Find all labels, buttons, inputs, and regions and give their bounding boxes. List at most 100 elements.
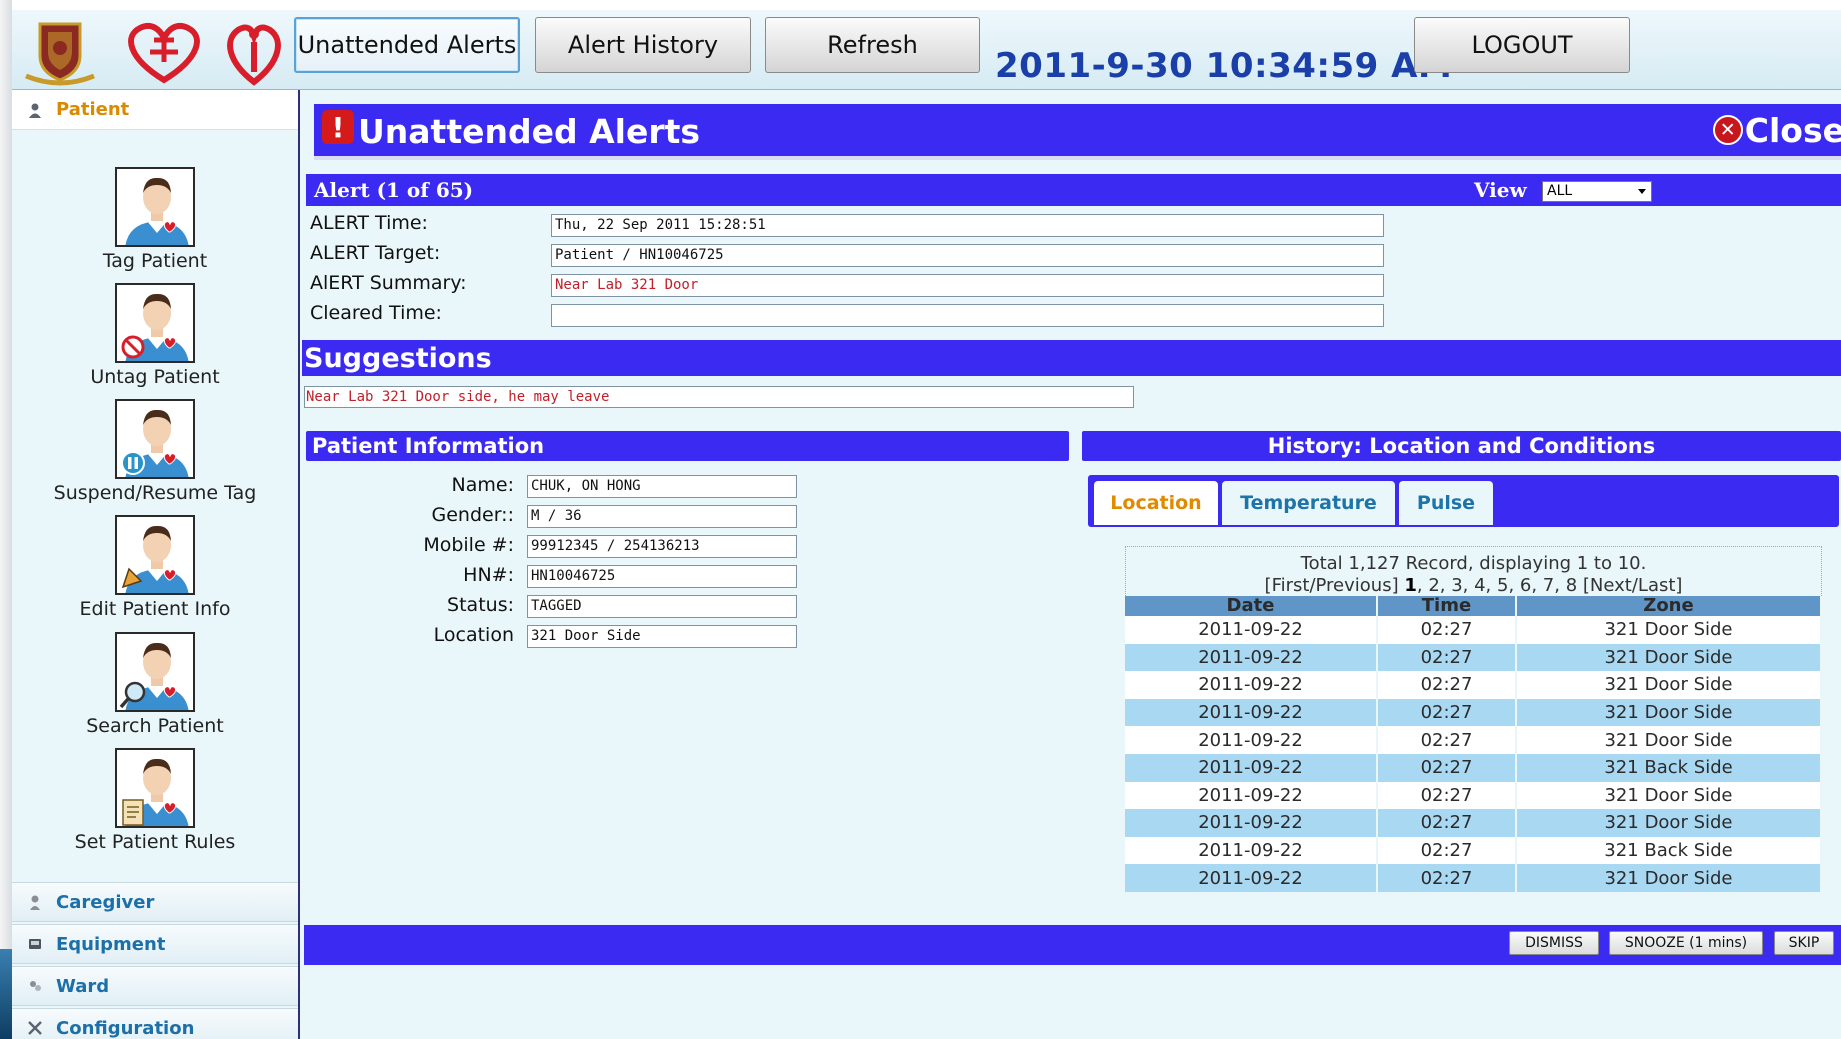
edit-patient-info-button[interactable]: Edit Patient Info (12, 515, 298, 620)
alert-time-field[interactable]: Thu, 22 Sep 2011 15:28:51 (551, 214, 1384, 237)
column-header-zone[interactable]: Zone (1516, 596, 1822, 616)
time-cell: 02:27 (1377, 726, 1517, 754)
column-header-date[interactable]: Date (1125, 596, 1378, 616)
tools-icon (26, 1019, 44, 1037)
table-row: 2011-09-22 02:27 321 Back Side (1125, 836, 1822, 865)
date-cell: 2011-09-22 (1125, 864, 1378, 892)
sidebar-section-ward[interactable]: Ward (12, 966, 298, 1006)
hospital-authority-logo (118, 18, 210, 92)
table-row: 2011-09-22 02:27 321 Door Side (1125, 726, 1822, 754)
snooze-button[interactable]: SNOOZE (1 mins) (1609, 931, 1763, 955)
patient-gender-field[interactable]: M / 36 (527, 505, 797, 528)
refresh-button[interactable]: Refresh (765, 17, 980, 73)
time-cell: 02:27 (1377, 616, 1517, 644)
alert-time-label: ALERT Time: (310, 212, 428, 234)
suggestion-field[interactable]: Near Lab 321 Door side, he may leave (304, 386, 1134, 408)
column-header-time[interactable]: Time (1377, 596, 1517, 616)
alert-history-button[interactable]: Alert History (535, 17, 751, 73)
patient-avatar-icon (115, 632, 195, 712)
sidebar-section-caregiver[interactable]: Caregiver (12, 882, 298, 922)
close-label: Close (1744, 110, 1841, 150)
cleared-time-field[interactable] (551, 304, 1384, 327)
location-label: Location (433, 624, 514, 646)
table-row: 2011-09-22 02:27 321 Back Side (1125, 753, 1822, 782)
patient-mobile-field[interactable]: 99912345 / 254136213 (527, 535, 797, 558)
suggestions-title: Suggestions (304, 342, 492, 374)
sidebar-section-patient[interactable]: Patient (12, 90, 298, 130)
tool-label: Search Patient (86, 715, 224, 737)
tool-label: Edit Patient Info (79, 598, 231, 620)
time-cell: 02:27 (1377, 698, 1517, 727)
time-cell: 02:27 (1377, 781, 1517, 810)
patient-status-field[interactable]: TAGGED (527, 595, 797, 618)
zone-cell: 321 Door Side (1516, 781, 1822, 810)
pager-page-links[interactable]: , 2, 3, 4, 5, 6, 7, 8 (1417, 575, 1577, 596)
alert-target-field[interactable]: Patient / HN10046725 (551, 244, 1384, 267)
tool-label: Untag Patient (90, 366, 220, 388)
pager-next-last-link[interactable]: [Next/Last] (1583, 575, 1683, 596)
suspend-resume-tag-button[interactable]: Suspend/Resume Tag (12, 399, 298, 504)
patient-avatar-icon (115, 283, 195, 363)
time-cell: 02:27 (1377, 643, 1517, 672)
close-button[interactable]: ✕ Close (1712, 108, 1841, 152)
window-edge (0, 0, 12, 1039)
alert-title-bar: ! Unattended Alerts ✕ Close (314, 104, 1841, 160)
alert-summary-field[interactable]: Near Lab 321 Door (551, 274, 1384, 297)
patient-info-title: Patient Information (312, 434, 545, 458)
action-bar: DISMISS SNOOZE (1 mins) SKIP (304, 925, 1841, 965)
university-crest-logo (18, 18, 108, 92)
zone-cell: 321 Back Side (1516, 836, 1822, 865)
search-patient-button[interactable]: Search Patient (12, 632, 298, 737)
zone-cell: 321 Door Side (1516, 698, 1822, 727)
caregiver-icon (26, 893, 44, 911)
patient-location-field[interactable]: 321 Door Side (527, 625, 797, 648)
sidebar-section-equipment[interactable]: Equipment (12, 924, 298, 964)
tag-patient-button[interactable]: Tag Patient (12, 167, 298, 272)
sidebar-section-label: Ward (56, 975, 110, 997)
pager-current-page: 1 (1404, 575, 1417, 596)
date-cell: 2011-09-22 (1125, 726, 1378, 754)
sidebar-section-label: Equipment (56, 933, 166, 955)
date-cell: 2011-09-22 (1125, 671, 1378, 699)
name-label: Name: (451, 474, 514, 496)
zone-cell: 321 Door Side (1516, 726, 1822, 754)
tool-label: Tag Patient (102, 250, 208, 272)
status-label: Status: (447, 594, 514, 616)
history-bar: History: Location and Conditions (1082, 431, 1841, 461)
history-tabs: Location Temperature Pulse (1088, 475, 1839, 527)
set-patient-rules-button[interactable]: Set Patient Rules (12, 748, 298, 853)
sidebar-section-configuration[interactable]: Configuration (12, 1008, 298, 1039)
alert-target-label: ALERT Target: (310, 242, 441, 264)
person-icon (26, 101, 44, 119)
tab-pulse[interactable]: Pulse (1399, 481, 1493, 525)
patient-info-bar: Patient Information (306, 431, 1069, 461)
pager-first-previous-link[interactable]: [First/Previous] (1265, 575, 1399, 596)
unattended-alerts-button[interactable]: Unattended Alerts (294, 17, 520, 73)
tool-label: Suspend/Resume Tag (53, 482, 257, 504)
date-cell: 2011-09-22 (1125, 616, 1378, 644)
table-row: 2011-09-22 02:27 321 Door Side (1125, 809, 1822, 837)
cleared-time-label: Cleared Time: (310, 302, 442, 324)
zone-cell: 321 Door Side (1516, 671, 1822, 699)
patient-hn-field[interactable]: HN10046725 (527, 565, 797, 588)
alert-header-bar: Alert (1 of 65) View ALL (306, 174, 1841, 206)
tab-temperature[interactable]: Temperature (1222, 481, 1395, 525)
sidebar-section-label: Configuration (56, 1017, 195, 1039)
untag-patient-button[interactable]: Untag Patient (12, 283, 298, 388)
ward-icon (26, 977, 44, 995)
table-row: 2011-09-22 02:27 321 Door Side (1125, 671, 1822, 699)
gender-label: Gender:: (431, 504, 515, 526)
tab-location[interactable]: Location (1094, 481, 1218, 525)
date-cell: 2011-09-22 (1125, 781, 1378, 810)
table-row: 2011-09-22 02:27 321 Door Side (1125, 643, 1822, 672)
zone-cell: 321 Back Side (1516, 753, 1822, 782)
patient-name-field[interactable]: CHUK, ON HONG (527, 475, 797, 498)
dismiss-button[interactable]: DISMISS (1509, 931, 1599, 955)
sidebar-section-label: Caregiver (56, 891, 155, 913)
view-filter-select[interactable]: ALL (1542, 181, 1652, 202)
skip-button[interactable]: SKIP (1774, 931, 1834, 955)
patient-avatar-icon (115, 748, 195, 828)
top-toolbar: Unattended Alerts Alert History Refresh … (12, 10, 1841, 90)
tool-label: Set Patient Rules (74, 831, 236, 853)
logout-button[interactable]: LOGOUT (1414, 17, 1630, 73)
